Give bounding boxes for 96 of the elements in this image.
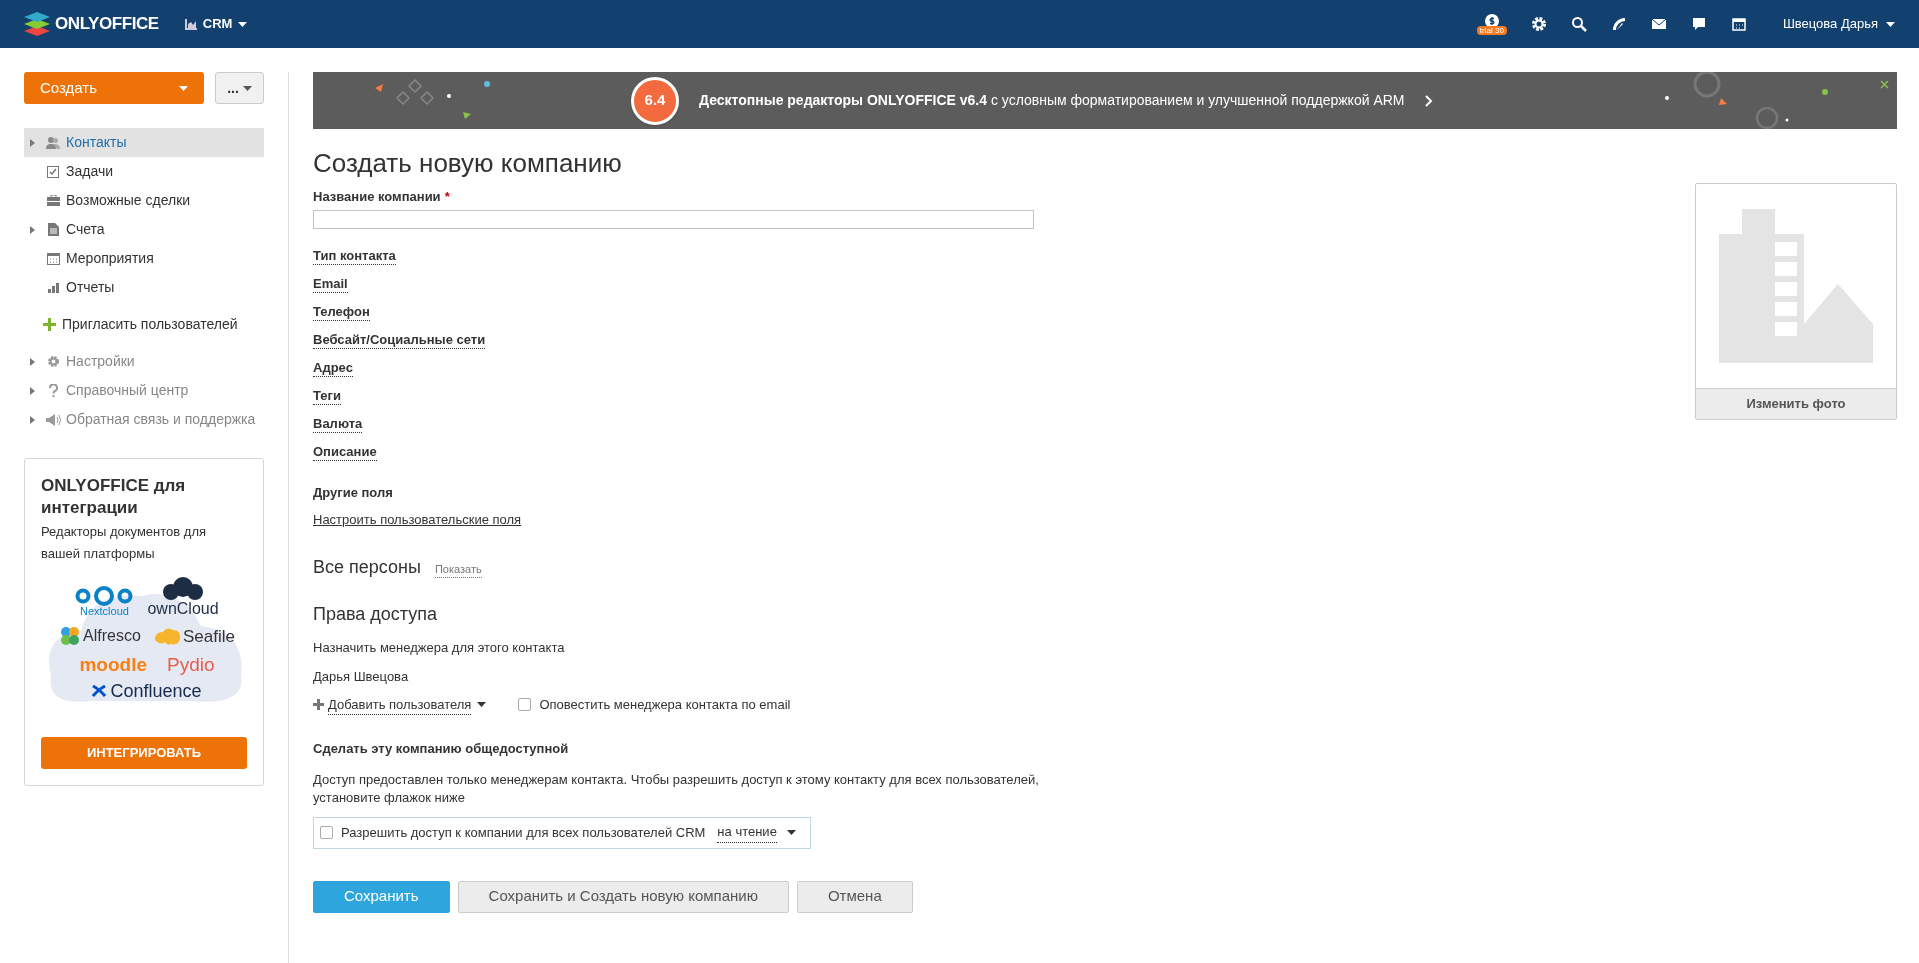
user-menu[interactable]: Швецова Дарья (1782, 14, 1895, 34)
nav-item[interactable]: Настройки (24, 347, 264, 376)
nav-item[interactable]: Обратная связь и поддержка (24, 405, 264, 434)
more-button[interactable]: ... (215, 72, 264, 104)
module-switcher[interactable]: CRM (184, 14, 248, 34)
three-rings-icon (75, 586, 134, 606)
promo-subtitle: Редакторы документов для вашей платформы (41, 523, 208, 563)
nav-item[interactable]: Контакты (24, 128, 264, 157)
chevron-right-icon (1424, 94, 1433, 107)
checkbox-label: Разрешить доступ к компании для всех пользователей CRM (341, 823, 706, 842)
show-link[interactable]: Показать (434, 560, 482, 578)
question-mark-icon (48, 384, 58, 397)
chat-icon[interactable] (1690, 16, 1707, 32)
expand-arrow-icon[interactable] (30, 415, 35, 424)
caret-icon (179, 85, 188, 91)
section-label: Сделать эту компанию общедоступной (313, 740, 570, 758)
field-label: Название компании (313, 188, 441, 206)
building-icon (1719, 209, 1873, 363)
cross-icon (92, 685, 107, 697)
caret-icon (786, 830, 796, 835)
cloud-icon (161, 577, 205, 601)
nav-item[interactable]: Возможные сделки (24, 186, 264, 215)
custom-fields-link[interactable]: Настроить пользовательские поля (313, 512, 522, 527)
field-link[interactable]: Валюта (313, 414, 363, 433)
nav-item[interactable]: Задачи (24, 157, 264, 186)
integration-logo: Seafile (182, 627, 235, 645)
section-title: Все персоны (313, 555, 421, 579)
integration-logo: Nextcloud (79, 606, 129, 617)
search-icon[interactable] (1570, 16, 1587, 32)
required-mark: * (444, 188, 450, 206)
banner-text: Десктопные редакторы ONLYOFFICE v6.4 с условным форматированием и улучшенной поддержкой ARM (699, 91, 1405, 110)
bar-chart-icon (47, 282, 59, 293)
close-icon[interactable] (1880, 80, 1889, 89)
integration-logo: Alfresco (83, 628, 141, 644)
field-link[interactable]: Описание (313, 442, 377, 461)
plus-icon (42, 318, 56, 331)
megaphone-icon (45, 413, 61, 426)
dollar-coin-icon[interactable] (1484, 13, 1499, 28)
plus-icon (313, 699, 324, 711)
promo-title: ONLYOFFICE для интеграции (41, 475, 187, 519)
calendar-icon[interactable] (1730, 16, 1747, 32)
cloud-swirl-icon (152, 626, 181, 646)
description-text: Доступ предоставлен только менеджерам контакта. Чтобы разрешить доступ к этому контакту для всех пользователей, установите флажок ниже (313, 770, 1040, 807)
checkbox[interactable] (518, 698, 532, 712)
integration-logo: Pydio (167, 655, 215, 674)
caret-icon (1886, 21, 1895, 27)
access-mode-dropdown[interactable]: на чтение (717, 822, 796, 843)
chart-icon (184, 18, 197, 30)
briefcase-icon (46, 195, 60, 206)
integration-logo: moodle (79, 655, 147, 674)
document-icon (47, 223, 59, 236)
field-link[interactable]: Тип контакта (313, 246, 396, 265)
expand-arrow-icon[interactable] (30, 386, 35, 395)
integration-logo: ownCloud (147, 601, 219, 617)
logo-text: ONLYOFFICE (55, 13, 159, 36)
calendar-icon (46, 252, 60, 265)
nav-item[interactable]: Отчеты (24, 273, 264, 302)
form-button[interactable]: Сохранить и Создать новую компанию (457, 880, 789, 913)
hint-text: Назначить менеджера для этого контакта (313, 638, 566, 657)
people-icon (46, 136, 60, 149)
expand-arrow-icon[interactable] (30, 357, 35, 366)
version-badge: 6.4 (631, 76, 679, 125)
feed-icon[interactable] (1610, 16, 1627, 32)
checkbox-icon (47, 165, 59, 178)
mail-icon[interactable] (1650, 16, 1667, 32)
manager-name: Дарья Швецова (313, 668, 410, 686)
form-button[interactable]: Отмена (796, 880, 913, 913)
settings-icon[interactable] (1530, 16, 1547, 32)
field-link[interactable]: Теги (313, 386, 341, 405)
promo-banner[interactable]: 6.4 Десктопные редакторы ONLYOFFICE v6.4 с условным форматированием и улучшенной поддержкой ARM (313, 72, 1897, 129)
add-user-dropdown[interactable]: Добавить пользователя (328, 694, 487, 715)
change-photo-button[interactable]: Изменить фото (1696, 388, 1896, 419)
invite-users-link[interactable]: Пригласить пользователей (24, 310, 264, 339)
expand-arrow-icon[interactable] (30, 225, 35, 234)
page-title: Создать новую компанию (313, 147, 623, 179)
expand-arrow-icon[interactable] (30, 138, 35, 147)
field-link[interactable]: Телефон (313, 302, 370, 321)
nav-item[interactable]: Счета (24, 215, 264, 244)
integration-logo: Confluence (110, 682, 202, 700)
field-link[interactable]: Вебсайт/Социальные сети (313, 330, 486, 349)
nav-item[interactable]: Мероприятия (24, 244, 264, 273)
gear-icon (46, 355, 60, 368)
nav-item[interactable]: Справочный центр (24, 376, 264, 405)
trial-badge: trial 30 (1476, 25, 1507, 35)
caret-icon (477, 702, 487, 708)
checkbox[interactable] (320, 826, 333, 839)
petal-flower-icon (59, 625, 82, 647)
caret-icon (238, 21, 248, 27)
section-title: Права доступа (313, 602, 439, 626)
logo-icon (24, 12, 50, 36)
field-link[interactable]: Email (313, 274, 348, 293)
field-link[interactable]: Адрес (313, 358, 353, 377)
section-label: Другие поля (313, 483, 394, 502)
checkbox-label: Оповестить менеджера контакта по email (539, 696, 791, 714)
company-name-input[interactable] (313, 209, 1034, 229)
caret-icon (242, 85, 252, 91)
